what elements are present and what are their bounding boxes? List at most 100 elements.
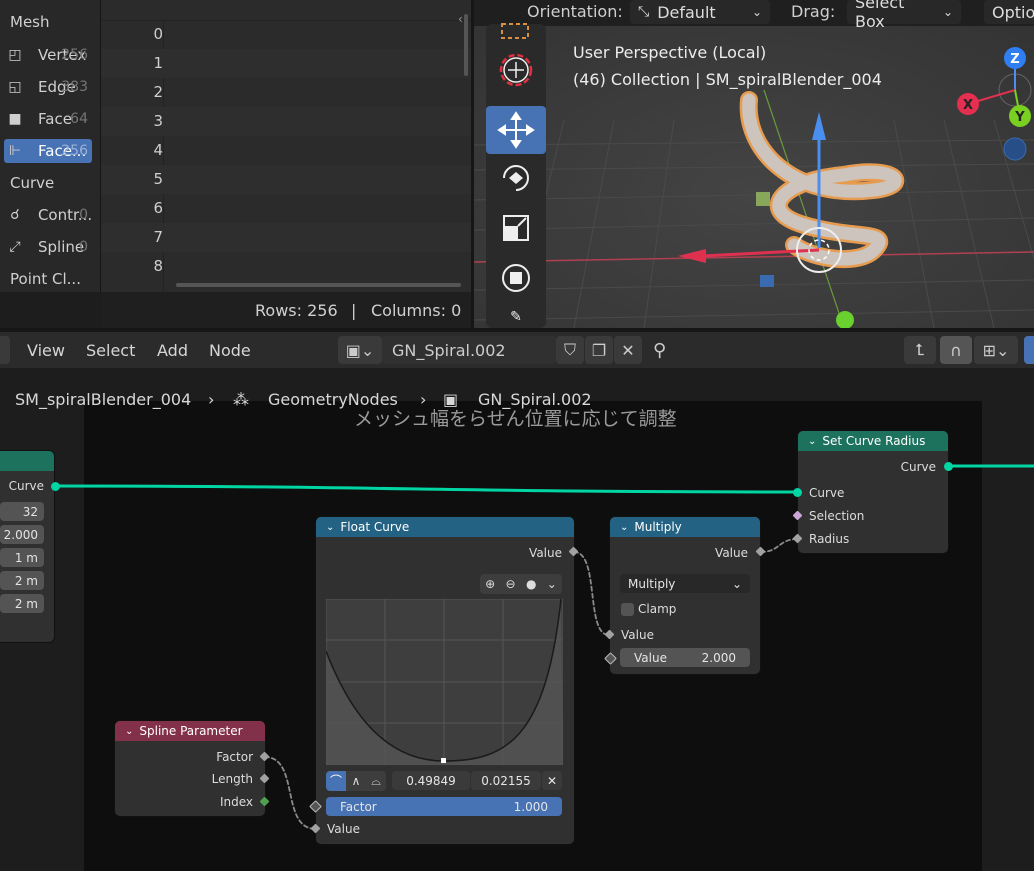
rotate-tool[interactable]: [486, 154, 546, 202]
chevron-down-icon: ⌄: [942, 5, 953, 19]
collapse-chevron-icon[interactable]: ‹: [458, 12, 463, 26]
end-radius-field[interactable]: 2 m: [0, 571, 44, 590]
sidebar-item-label: Face: [38, 110, 72, 128]
float-curve-node[interactable]: ⌄ Float Curve Value ⊕ ⊖ ● ⌄ ⌒ ∧ ⌓ 0.4984…: [316, 517, 574, 844]
pointcloud-header[interactable]: Point Cl...: [10, 270, 81, 288]
zoom-in-icon[interactable]: ⊕: [485, 577, 495, 591]
sidebar-item-face-corner[interactable]: ⊩ Face... 256: [4, 139, 92, 163]
point-x-field[interactable]: 0.49849: [392, 771, 470, 790]
nav-gizmo-x-label: X: [963, 98, 973, 113]
collapse-chevron-icon[interactable]: ⌄: [808, 436, 816, 447]
chevron-down-icon: ⌄: [731, 576, 742, 591]
nav-gizmo-y-label: Y: [1014, 110, 1025, 125]
duplicate-button[interactable]: ❐: [585, 336, 613, 364]
handle-auto-icon[interactable]: ⌒: [326, 771, 346, 791]
snap-element-dropdown[interactable]: ⊞⌄: [974, 336, 1018, 364]
curve-graph[interactable]: [326, 599, 563, 765]
menu-select[interactable]: Select: [86, 341, 135, 360]
output-curve-socket[interactable]: [51, 482, 60, 491]
cursor-icon: [499, 53, 533, 87]
node-header[interactable]: ⌄ Float Curve: [316, 517, 574, 537]
table-row: 0: [101, 20, 471, 49]
snap-toggle[interactable]: ∩: [940, 336, 972, 364]
multiply-node[interactable]: ⌄ Multiply Value Multiply ⌄ Clamp Value …: [610, 517, 760, 674]
collapse-chevron-icon[interactable]: ⌄: [125, 726, 133, 737]
row-index: 1: [153, 54, 163, 72]
3d-viewport[interactable]: Z X Y User Perspective (Local) (46) Coll…: [474, 0, 1034, 328]
select-box-tool[interactable]: [486, 18, 546, 46]
factor-value: 1.000: [513, 799, 548, 814]
horizontal-scrollbar[interactable]: [176, 283, 461, 287]
sidebar-item-face[interactable]: ■ Face 64: [4, 107, 92, 131]
annotate-tool[interactable]: ✎: [486, 306, 546, 328]
spline-parameter-node[interactable]: ⌄ Spline Parameter Factor Length Index: [115, 721, 265, 816]
set-curve-radius-node[interactable]: ⌄ Set Curve Radius Curve Curve Selection…: [798, 431, 948, 553]
scale-tool[interactable]: [486, 204, 546, 252]
sidebar-item-edge[interactable]: ◱ Edge 383: [4, 75, 92, 99]
set-radius-output-curve-socket[interactable]: [944, 462, 953, 471]
spiral-node[interactable]: Curve 32 2.000 1 m 2 m 2 m: [0, 451, 54, 642]
select-box-icon: [501, 23, 529, 39]
footer-separator: |: [351, 301, 357, 320]
clamp-label: Clamp: [638, 602, 677, 616]
rotations-field[interactable]: 2.000: [0, 525, 44, 544]
sidebar-item-spline[interactable]: ⤢ Spline 0: [4, 235, 92, 259]
sidebar-item-vertex[interactable]: ◰ Vertex 256: [4, 43, 92, 67]
node-header[interactable]: ⌄ Set Curve Radius: [798, 431, 948, 451]
edge-icon: ◱: [8, 79, 22, 95]
handle-vector-icon[interactable]: ∧: [346, 771, 366, 791]
row-index: 3: [153, 112, 163, 130]
sidebar-item-control-point[interactable]: ☌ Contr... 0: [4, 203, 92, 227]
dot-icon[interactable]: ●: [526, 577, 536, 591]
operation-dropdown[interactable]: Multiply ⌄: [620, 574, 750, 593]
value-field[interactable]: Value 2.000: [620, 648, 750, 667]
table-row: 6: [101, 194, 471, 223]
browse-node-tree-button[interactable]: ▣⌄: [338, 336, 382, 364]
menu-add[interactable]: Add: [157, 341, 188, 360]
spline-icon: ⤢: [9, 239, 21, 255]
fake-user-button[interactable]: ⛉: [556, 336, 584, 364]
parent-node-tree-button[interactable]: ⮤: [904, 336, 936, 364]
output-curve-label: Curve: [8, 479, 44, 493]
nav-gizmo-neg-z[interactable]: [1003, 137, 1027, 161]
duplicate-icon: ❐: [591, 340, 607, 360]
transform-tool[interactable]: [486, 254, 546, 302]
node-title: Multiply: [634, 520, 682, 534]
move-tool[interactable]: [486, 106, 546, 154]
chevron-down-icon[interactable]: ⌄: [547, 577, 557, 591]
handle-auto-clamped-icon[interactable]: ⌓: [366, 771, 386, 791]
drag-dropdown[interactable]: Select Box ⌄: [847, 0, 961, 31]
vertical-scrollbar[interactable]: [464, 14, 468, 76]
row-count: Rows: 256: [255, 301, 338, 320]
node-tree-icon: ▣⌄: [345, 340, 375, 360]
resolution-field[interactable]: 32: [0, 502, 44, 521]
table-row: 1: [101, 49, 471, 78]
zoom-out-icon[interactable]: ⊖: [506, 577, 516, 591]
cursor-tool[interactable]: [486, 46, 546, 94]
sidebar-item-count: 383: [61, 79, 88, 95]
node-header[interactable]: [0, 451, 54, 471]
editor-type-button[interactable]: [0, 336, 10, 364]
options-button[interactable]: Optio: [984, 0, 1034, 24]
collapse-chevron-icon[interactable]: ⌄: [620, 522, 628, 533]
clamp-checkbox[interactable]: [621, 603, 634, 616]
point-y-field[interactable]: 0.02155: [471, 771, 541, 790]
overlay-toggle[interactable]: [1024, 336, 1034, 364]
close-icon: ✕: [621, 340, 635, 360]
start-radius-field[interactable]: 1 m: [0, 548, 44, 567]
pin-icon[interactable]: ⚲: [653, 340, 666, 361]
factor-slider[interactable]: Factor 1.000: [326, 797, 562, 816]
close-icon: ✕: [546, 773, 558, 788]
link-factor-to-value: [264, 756, 317, 830]
menu-node[interactable]: Node: [209, 341, 251, 360]
delete-point-button[interactable]: ✕: [542, 771, 562, 790]
node-tree-name-field[interactable]: GN_Spiral.002: [382, 336, 556, 364]
menu-view[interactable]: View: [27, 341, 65, 360]
node-header[interactable]: ⌄ Multiply: [610, 517, 760, 537]
collapse-chevron-icon[interactable]: ⌄: [326, 522, 334, 533]
set-radius-input-curve-socket[interactable]: [793, 488, 802, 497]
unlink-button[interactable]: ✕: [614, 336, 642, 364]
node-header[interactable]: ⌄ Spline Parameter: [115, 721, 265, 741]
height-field[interactable]: 2 m: [0, 594, 44, 613]
orientation-dropdown[interactable]: ⤡ Default ⌄: [630, 0, 770, 24]
